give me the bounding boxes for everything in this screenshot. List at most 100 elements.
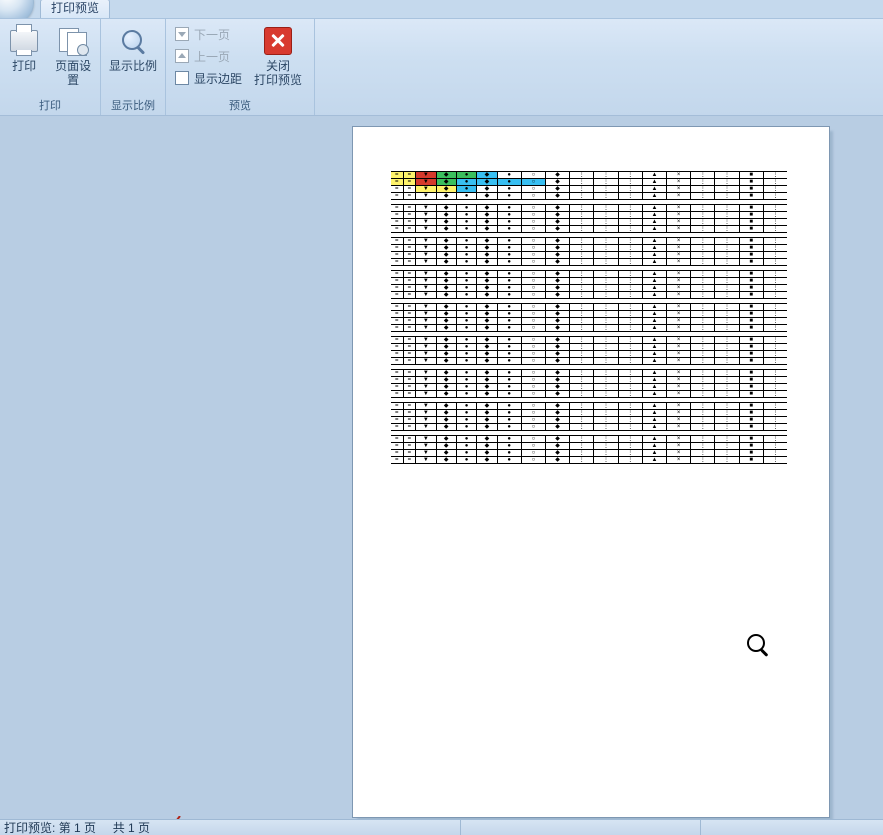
next-page-button[interactable]: 下一页 bbox=[170, 23, 246, 45]
table-cell: ▼ bbox=[416, 193, 436, 199]
page-setup-button[interactable]: 页面设置 bbox=[50, 21, 96, 87]
table-cell: ● bbox=[498, 391, 522, 397]
table-cell: = bbox=[404, 457, 417, 463]
table-cell: ◆ bbox=[477, 457, 497, 463]
table-cell: ● bbox=[498, 436, 522, 442]
page-setup-icon bbox=[59, 28, 87, 54]
table-row: ==▼◆●◆●○◆⋮⋮⋮▲×⋮⋮■⋮ bbox=[391, 337, 787, 344]
table-cell: ⋮ bbox=[570, 193, 594, 199]
group-preview: 下一页 上一页 显示边距 关闭 打印预览 预览 bbox=[166, 19, 315, 115]
close-preview-button[interactable]: 关闭 打印预览 bbox=[252, 21, 304, 87]
table-cell: ⋮ bbox=[594, 443, 618, 449]
table-cell: ⋮ bbox=[715, 410, 739, 416]
table-cell: ⋮ bbox=[619, 278, 643, 284]
table-cell: ● bbox=[457, 443, 477, 449]
table-cell: ⋮ bbox=[691, 219, 715, 225]
table-cell: ⋮ bbox=[570, 278, 594, 284]
table-row: ==▼◆●◆●○◆⋮⋮⋮▲×⋮⋮■⋮ bbox=[391, 292, 787, 298]
table-cell: ◆ bbox=[477, 212, 497, 218]
table-cell: ⋮ bbox=[594, 417, 618, 423]
table-cell: = bbox=[404, 226, 417, 232]
table-cell: ◆ bbox=[546, 391, 570, 397]
show-margins-checkbox[interactable]: 显示边距 bbox=[170, 67, 246, 89]
table-cell: ○ bbox=[522, 259, 546, 265]
table-cell: ⋮ bbox=[764, 358, 787, 364]
table-cell: ⋮ bbox=[691, 172, 715, 178]
table-cell: ▼ bbox=[416, 186, 436, 192]
table-row: ==▼◆●◆●○◆⋮⋮⋮▲×⋮⋮■⋮ bbox=[391, 391, 787, 397]
table-row: ==▼◆●◆●○◆⋮⋮⋮▲×⋮⋮■⋮ bbox=[391, 443, 787, 450]
table-cell: ⋮ bbox=[594, 172, 618, 178]
table-cell: ● bbox=[498, 370, 522, 376]
table-cell: ⋮ bbox=[764, 172, 787, 178]
table-cell: ■ bbox=[740, 219, 764, 225]
table-cell: ⋮ bbox=[691, 403, 715, 409]
table-cell: ⋮ bbox=[594, 410, 618, 416]
table-cell: ■ bbox=[740, 238, 764, 244]
table-cell: ▼ bbox=[416, 443, 436, 449]
table-cell: ■ bbox=[740, 304, 764, 310]
zoom-button[interactable]: 显示比例 bbox=[109, 21, 157, 73]
table-cell: × bbox=[667, 238, 691, 244]
table-cell: ● bbox=[457, 245, 477, 251]
table-cell: = bbox=[391, 443, 404, 449]
table-cell: ⋮ bbox=[691, 370, 715, 376]
tab-print-preview[interactable]: 打印预览 bbox=[40, 0, 110, 18]
table-cell: ⋮ bbox=[715, 311, 739, 317]
table-cell: ⋮ bbox=[691, 325, 715, 331]
table-cell: ◆ bbox=[477, 226, 497, 232]
prev-page-button[interactable]: 上一页 bbox=[170, 45, 246, 67]
table-cell: ● bbox=[457, 410, 477, 416]
table-cell: = bbox=[404, 304, 417, 310]
table-cell: ▼ bbox=[416, 259, 436, 265]
table-cell: ⋮ bbox=[619, 377, 643, 383]
table-cell: ▲ bbox=[643, 292, 667, 298]
table-cell: × bbox=[667, 278, 691, 284]
table-cell: ◆ bbox=[477, 278, 497, 284]
table-cell: ▼ bbox=[416, 337, 436, 343]
table-cell: ○ bbox=[522, 391, 546, 397]
table-cell: ⋮ bbox=[764, 226, 787, 232]
table-cell: ⋮ bbox=[570, 226, 594, 232]
table-cell: ◆ bbox=[546, 245, 570, 251]
table-cell: ⋮ bbox=[715, 370, 739, 376]
table-cell: ◆ bbox=[546, 172, 570, 178]
table-cell: = bbox=[391, 377, 404, 383]
table-cell: ▼ bbox=[416, 391, 436, 397]
table-cell: = bbox=[391, 193, 404, 199]
table-cell: ■ bbox=[740, 172, 764, 178]
print-button[interactable]: 打印 bbox=[4, 21, 44, 73]
table-row: ==▼◆●◆●○◆⋮⋮⋮▲×⋮⋮■⋮ bbox=[391, 436, 787, 443]
table-cell: ▼ bbox=[416, 417, 436, 423]
table-cell: ◆ bbox=[437, 259, 457, 265]
preview-page[interactable]: ==▼◆●◆●○◆⋮⋮⋮▲×⋮⋮■⋮==▼◆●◆●○◆⋮⋮⋮▲×⋮⋮■⋮==▼◆… bbox=[352, 126, 830, 818]
table-cell: ◆ bbox=[546, 443, 570, 449]
table-cell: ● bbox=[457, 344, 477, 350]
table-cell: ● bbox=[457, 219, 477, 225]
table-cell: ⋮ bbox=[594, 351, 618, 357]
table-cell: ○ bbox=[522, 219, 546, 225]
printer-icon bbox=[10, 30, 38, 52]
table-cell: ○ bbox=[522, 377, 546, 383]
table-cell: ⋮ bbox=[619, 259, 643, 265]
table-cell: × bbox=[667, 271, 691, 277]
table-row: ==▼◆●◆●○◆⋮⋮⋮▲×⋮⋮■⋮ bbox=[391, 318, 787, 325]
table-cell: ⋮ bbox=[570, 205, 594, 211]
table-cell: ■ bbox=[740, 370, 764, 376]
table-cell: ⋮ bbox=[594, 179, 618, 185]
table-cell: ⋮ bbox=[764, 212, 787, 218]
table-cell: ▲ bbox=[643, 318, 667, 324]
table-cell: ⋮ bbox=[570, 292, 594, 298]
table-cell: ○ bbox=[522, 304, 546, 310]
table-cell: ■ bbox=[740, 278, 764, 284]
table-cell: ⋮ bbox=[715, 304, 739, 310]
table-cell: ⋮ bbox=[764, 457, 787, 463]
table-cell: ○ bbox=[522, 417, 546, 423]
table-cell: = bbox=[391, 285, 404, 291]
table-cell: ⋮ bbox=[715, 384, 739, 390]
table-cell: ○ bbox=[522, 245, 546, 251]
table-cell: ⋮ bbox=[764, 443, 787, 449]
table-cell: ▼ bbox=[416, 384, 436, 390]
ribbon: 打印 页面设置 打印 显示比例 bbox=[0, 18, 883, 116]
table-cell: ▲ bbox=[643, 205, 667, 211]
